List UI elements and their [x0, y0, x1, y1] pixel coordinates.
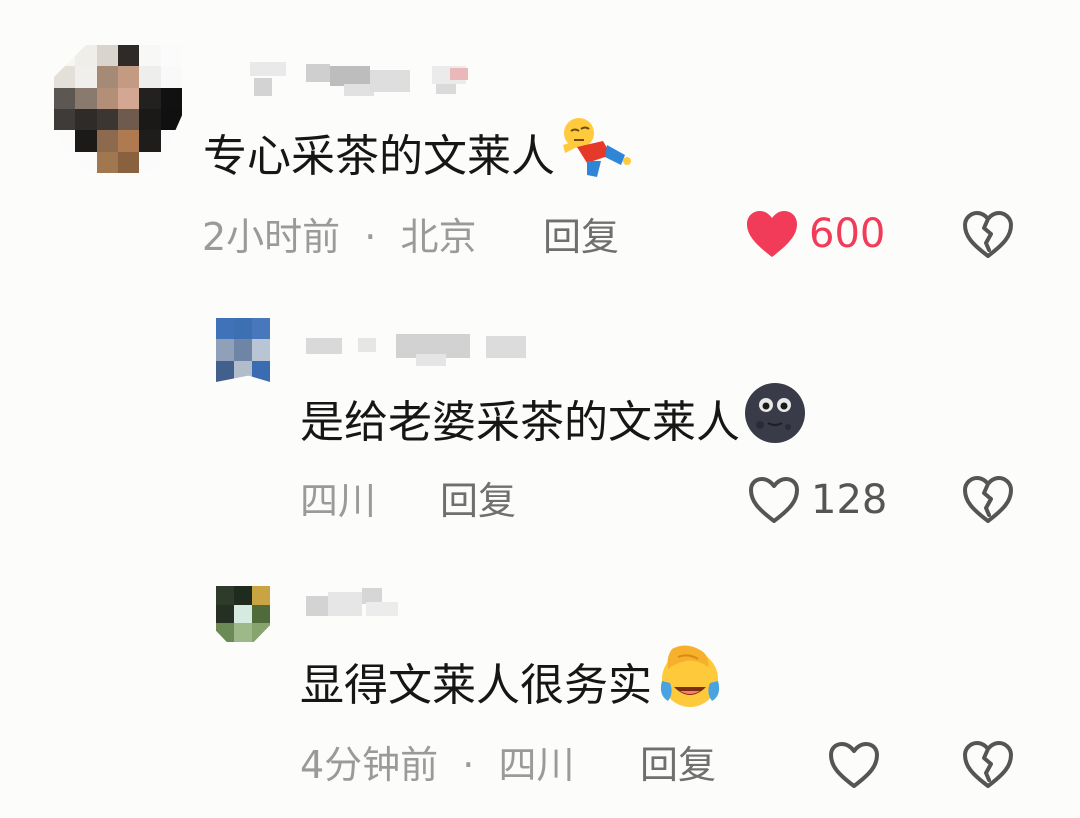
new-moon-face-icon [742, 381, 808, 456]
like-button[interactable]: 128 [747, 475, 887, 525]
comment-text: 专心采茶的文莱人 [203, 117, 631, 184]
broken-heart-icon [962, 211, 1014, 264]
username-blurred[interactable] [306, 588, 398, 624]
like-button[interactable]: 600 [745, 209, 885, 259]
avatar[interactable] [216, 318, 270, 382]
username-blurred[interactable] [306, 334, 526, 370]
comment-text: 显得文莱人很务实 [300, 644, 724, 714]
meta-separator: · [462, 743, 475, 787]
avatar[interactable] [54, 45, 182, 173]
comment-text: 是给老婆采茶的文莱人 [300, 382, 808, 450]
timestamp-location: 四川 [300, 482, 376, 520]
heart-filled-icon [745, 209, 799, 259]
location: 四川 [300, 479, 377, 523]
location: 北京 [400, 215, 477, 259]
heart-outline-icon [827, 740, 881, 790]
face-palm-laughing-icon [654, 643, 724, 720]
like-count: 128 [811, 477, 888, 523]
broken-heart-icon [962, 476, 1014, 529]
reply-button[interactable]: 回复 [640, 746, 716, 784]
dislike-button[interactable] [962, 210, 1014, 264]
comment-text-label: 是给老婆采茶的文莱人 [300, 397, 740, 448]
reply-button[interactable]: 回复 [543, 218, 619, 256]
location: 四川 [498, 743, 575, 787]
like-button[interactable] [827, 740, 881, 790]
timestamp: 4分钟前 [300, 743, 439, 787]
username-blurred[interactable] [250, 62, 480, 98]
avatar[interactable] [216, 586, 270, 642]
broken-heart-icon [962, 741, 1014, 794]
heart-outline-icon [747, 475, 801, 525]
meta-separator: · [364, 215, 377, 259]
falling-person-emoji-icon [557, 115, 631, 190]
timestamp-location: 4分钟前 · 四川 [300, 746, 574, 784]
reply-button[interactable]: 回复 [440, 482, 516, 520]
comment-text-label: 显得文莱人很务实 [300, 660, 652, 711]
comment-text-label: 专心采茶的文莱人 [203, 131, 555, 182]
timestamp-location: 2小时前 · 北京 [202, 218, 476, 256]
dislike-button[interactable] [962, 475, 1014, 529]
timestamp: 2小时前 [202, 215, 341, 259]
dislike-button[interactable] [962, 740, 1014, 794]
like-count: 600 [809, 211, 886, 257]
